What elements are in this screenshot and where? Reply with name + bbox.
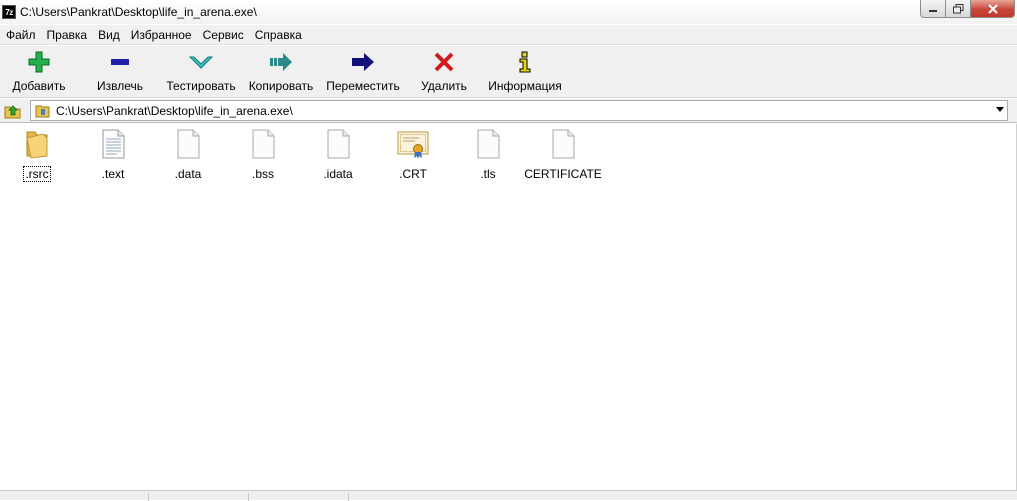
7zip-app-icon[interactable]: 7z (2, 5, 16, 19)
menu-tools[interactable]: Сервис (197, 28, 249, 42)
restore-icon (952, 3, 963, 13)
file-icon (177, 129, 200, 159)
text-file-icon (102, 129, 125, 159)
extract-label: Извлечь (96, 79, 143, 93)
plus-icon (27, 50, 51, 74)
file-item[interactable]: .bss (228, 128, 298, 181)
file-item[interactable]: .idata (303, 128, 373, 181)
up-folder-button[interactable] (3, 101, 23, 121)
file-name: .data (174, 167, 202, 181)
file-name: .tls (480, 167, 496, 181)
status-bar (0, 490, 1017, 501)
file-icon (552, 129, 575, 159)
info-button[interactable]: Информация (486, 50, 564, 94)
certificate-icon (397, 131, 429, 159)
window-controls (920, 0, 1015, 19)
menu-bar: Файл Правка Вид Избранное Сервис Справка (0, 25, 1017, 45)
address-path: C:\Users\Pankrat\Desktop\life_in_arena.e… (56, 103, 293, 118)
delete-button[interactable]: Удалить (416, 50, 472, 94)
extract-button[interactable]: Извлечь (92, 50, 148, 94)
title-bar[interactable]: 7z C:\Users\Pankrat\Desktop\life_in_aren… (0, 0, 1017, 24)
menu-view[interactable]: Вид (92, 28, 125, 42)
delete-x-icon (432, 50, 456, 74)
file-icon (327, 129, 350, 159)
minimize-button[interactable] (920, 0, 946, 18)
minus-icon (108, 50, 132, 74)
file-item[interactable]: .tls (453, 128, 523, 181)
test-label: Тестировать (166, 79, 236, 93)
file-item[interactable]: .rsrc (2, 128, 72, 182)
file-name: .idata (323, 167, 353, 181)
file-item[interactable]: .CRT (378, 128, 448, 181)
file-icon (477, 129, 500, 159)
maximize-button[interactable] (946, 0, 971, 18)
copy-button[interactable]: Копировать (246, 50, 316, 94)
copy-label: Копировать (248, 79, 314, 93)
check-icon (189, 50, 213, 74)
menu-favorites[interactable]: Избранное (125, 28, 197, 42)
close-button[interactable] (971, 0, 1015, 18)
file-name: .rsrc (23, 166, 51, 182)
file-name: .bss (251, 167, 274, 181)
file-list[interactable]: .rsrc .text .data .bss .idata .CRT .tls … (0, 124, 1017, 490)
menu-help[interactable]: Справка (249, 28, 307, 42)
test-button[interactable]: Тестировать (164, 50, 238, 94)
move-button[interactable]: Переместить (324, 50, 402, 94)
minimize-icon (929, 9, 937, 12)
toolbar: Добавить Извлечь Тестировать Копировать … (0, 46, 1017, 98)
chevron-down-icon[interactable] (996, 107, 1004, 112)
move-label: Переместить (326, 79, 400, 93)
folder-path-icon (35, 105, 50, 117)
menu-file[interactable]: Файл (0, 28, 41, 42)
move-arrow-icon (351, 50, 375, 74)
delete-label: Удалить (421, 79, 467, 93)
file-item[interactable]: .data (153, 128, 223, 181)
info-label: Информация (488, 79, 562, 93)
file-item[interactable]: CERTIFICATE (523, 128, 603, 181)
file-item[interactable]: .text (78, 128, 148, 181)
folder-icon (26, 131, 48, 159)
address-field[interactable]: C:\Users\Pankrat\Desktop\life_in_arena.e… (30, 100, 1008, 121)
file-name: CERTIFICATE (524, 167, 602, 181)
add-label: Добавить (12, 79, 66, 93)
menu-edit[interactable]: Правка (41, 28, 93, 42)
add-button[interactable]: Добавить (8, 50, 70, 94)
address-bar: C:\Users\Pankrat\Desktop\life_in_arena.e… (0, 99, 1017, 123)
file-name: .CRT (399, 167, 427, 181)
up-folder-icon (4, 105, 21, 119)
window-title: C:\Users\Pankrat\Desktop\life_in_arena.e… (20, 5, 257, 19)
file-name: .text (101, 167, 125, 181)
file-icon (252, 129, 275, 159)
info-icon (513, 50, 537, 74)
close-icon (987, 3, 998, 14)
copy-arrow-icon (269, 50, 293, 74)
